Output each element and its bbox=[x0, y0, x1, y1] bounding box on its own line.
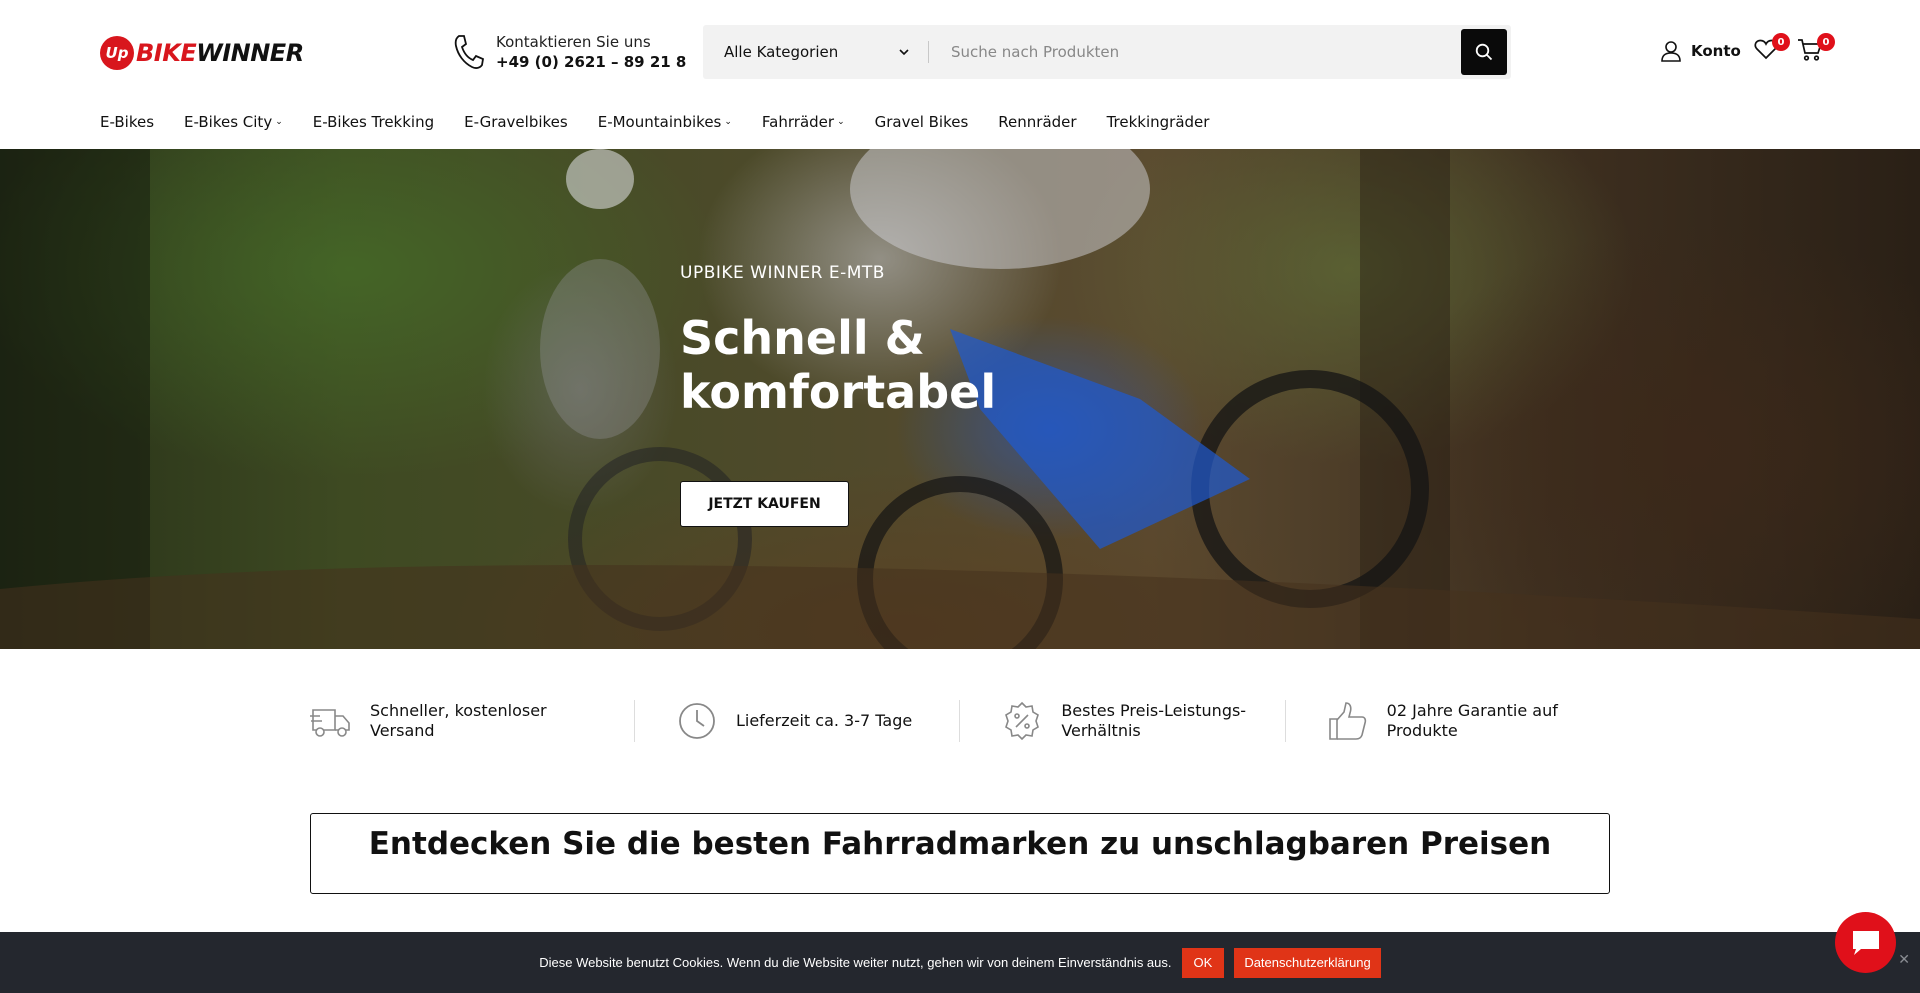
nav-item-fahrraeder[interactable]: Fahrräder ⌄ bbox=[762, 113, 845, 131]
feature-warranty-text: 02 Jahre Garantie auf Produkte bbox=[1386, 701, 1558, 740]
search-bar: Alle Kategorien bbox=[703, 25, 1511, 79]
user-icon bbox=[1661, 41, 1681, 62]
cart-button[interactable]: 0 bbox=[1797, 33, 1835, 66]
cookie-ok-button[interactable]: OK bbox=[1181, 947, 1225, 978]
search-input[interactable] bbox=[929, 25, 1461, 79]
feature-shipping-text: Schneller, kostenloser Versand bbox=[370, 701, 547, 740]
thumbs-up-icon bbox=[1328, 702, 1366, 740]
feature-delivery-time: Lieferzeit ca. 3-7 Tage bbox=[633, 700, 959, 742]
chat-bubble-icon bbox=[1852, 930, 1879, 955]
hero-content: UPBIKE WINNER E-MTB Schnell & komfortabe… bbox=[680, 263, 1040, 527]
hero-title: Schnell & komfortabel bbox=[680, 311, 997, 419]
account-link[interactable]: Konto bbox=[1660, 40, 1741, 62]
chevron-down-icon: ⌄ bbox=[837, 117, 845, 127]
clock-icon bbox=[679, 703, 715, 739]
nav-item-e-mountainbikes[interactable]: E-Mountainbikes ⌄ bbox=[598, 113, 732, 131]
feature-shipping: Schneller, kostenloser Versand bbox=[310, 700, 634, 742]
chevron-down-icon: ⌄ bbox=[275, 117, 283, 127]
site-logo[interactable]: Up BIKEWINNER bbox=[100, 36, 304, 70]
cart-count-badge: 0 bbox=[1817, 33, 1835, 51]
chevron-down-icon bbox=[899, 48, 909, 55]
nav-item-trekkingraeder[interactable]: Trekkingräder bbox=[1107, 113, 1210, 131]
main-nav: E-Bikes E-Bikes City ⌄ E-Bikes Trekking E… bbox=[100, 112, 1239, 132]
hero-subtitle: UPBIKE WINNER E-MTB bbox=[680, 263, 885, 283]
cookie-banner: Diese Website benutzt Cookies. Wenn du d… bbox=[0, 932, 1920, 993]
contact-block: Kontaktieren Sie uns +49 (0) 2621 – 89 2… bbox=[452, 32, 686, 72]
nav-item-e-gravelbikes[interactable]: E-Gravelbikes bbox=[464, 113, 568, 131]
feature-price: Bestes Preis-Leistungs-Verhältnis bbox=[959, 700, 1284, 742]
nav-item-gravel-bikes[interactable]: Gravel Bikes bbox=[875, 113, 969, 131]
site-header: Up BIKEWINNER Kontaktieren Sie uns +49 (… bbox=[0, 0, 1920, 104]
phone-icon bbox=[454, 35, 484, 69]
close-icon[interactable]: ✕ bbox=[1898, 952, 1910, 968]
search-icon bbox=[1475, 43, 1493, 61]
wishlist-count-badge: 0 bbox=[1772, 33, 1790, 51]
feature-price-text: Bestes Preis-Leistungs-Verhältnis bbox=[1061, 701, 1247, 740]
nav-item-rennraeder[interactable]: Rennräder bbox=[998, 113, 1076, 131]
features-row: Schneller, kostenloser Versand Lieferzei… bbox=[310, 700, 1610, 742]
chat-button[interactable] bbox=[1835, 912, 1896, 973]
contact-phone[interactable]: +49 (0) 2621 – 89 21 8 bbox=[496, 52, 686, 72]
wishlist-button[interactable]: 0 bbox=[1754, 33, 1790, 64]
privacy-policy-button[interactable]: Datenschutzerklärung bbox=[1234, 947, 1381, 978]
contact-label: Kontaktieren Sie uns bbox=[496, 33, 651, 51]
category-select[interactable]: Alle Kategorien bbox=[703, 25, 929, 79]
category-select-value: Alle Kategorien bbox=[724, 43, 839, 61]
nav-item-e-bikes[interactable]: E-Bikes bbox=[100, 113, 154, 131]
logo-text: BIKEWINNER bbox=[136, 39, 304, 67]
feature-delivery-text: Lieferzeit ca. 3-7 Tage bbox=[735, 711, 913, 730]
discount-badge-icon bbox=[1005, 701, 1040, 741]
shop-now-button[interactable]: JETZT KAUFEN bbox=[680, 481, 849, 527]
feature-warranty: 02 Jahre Garantie auf Produkte bbox=[1284, 700, 1610, 742]
search-button[interactable] bbox=[1461, 29, 1507, 75]
nav-item-e-bikes-trekking[interactable]: E-Bikes Trekking bbox=[313, 113, 434, 131]
brands-banner: Entdecken Sie die besten Fahrradmarken z… bbox=[310, 813, 1610, 894]
nav-item-e-bikes-city[interactable]: E-Bikes City ⌄ bbox=[184, 113, 283, 131]
hero-banner: UPBIKE WINNER E-MTB Schnell & komfortabe… bbox=[0, 149, 1920, 649]
cookie-text: Diese Website benutzt Cookies. Wenn du d… bbox=[539, 955, 1172, 970]
account-label: Konto bbox=[1691, 42, 1741, 60]
logo-badge: Up bbox=[100, 36, 134, 70]
chevron-down-icon: ⌄ bbox=[724, 117, 732, 127]
truck-icon bbox=[310, 709, 350, 737]
brands-title: Entdecken Sie die besten Fahrradmarken z… bbox=[368, 826, 1552, 862]
